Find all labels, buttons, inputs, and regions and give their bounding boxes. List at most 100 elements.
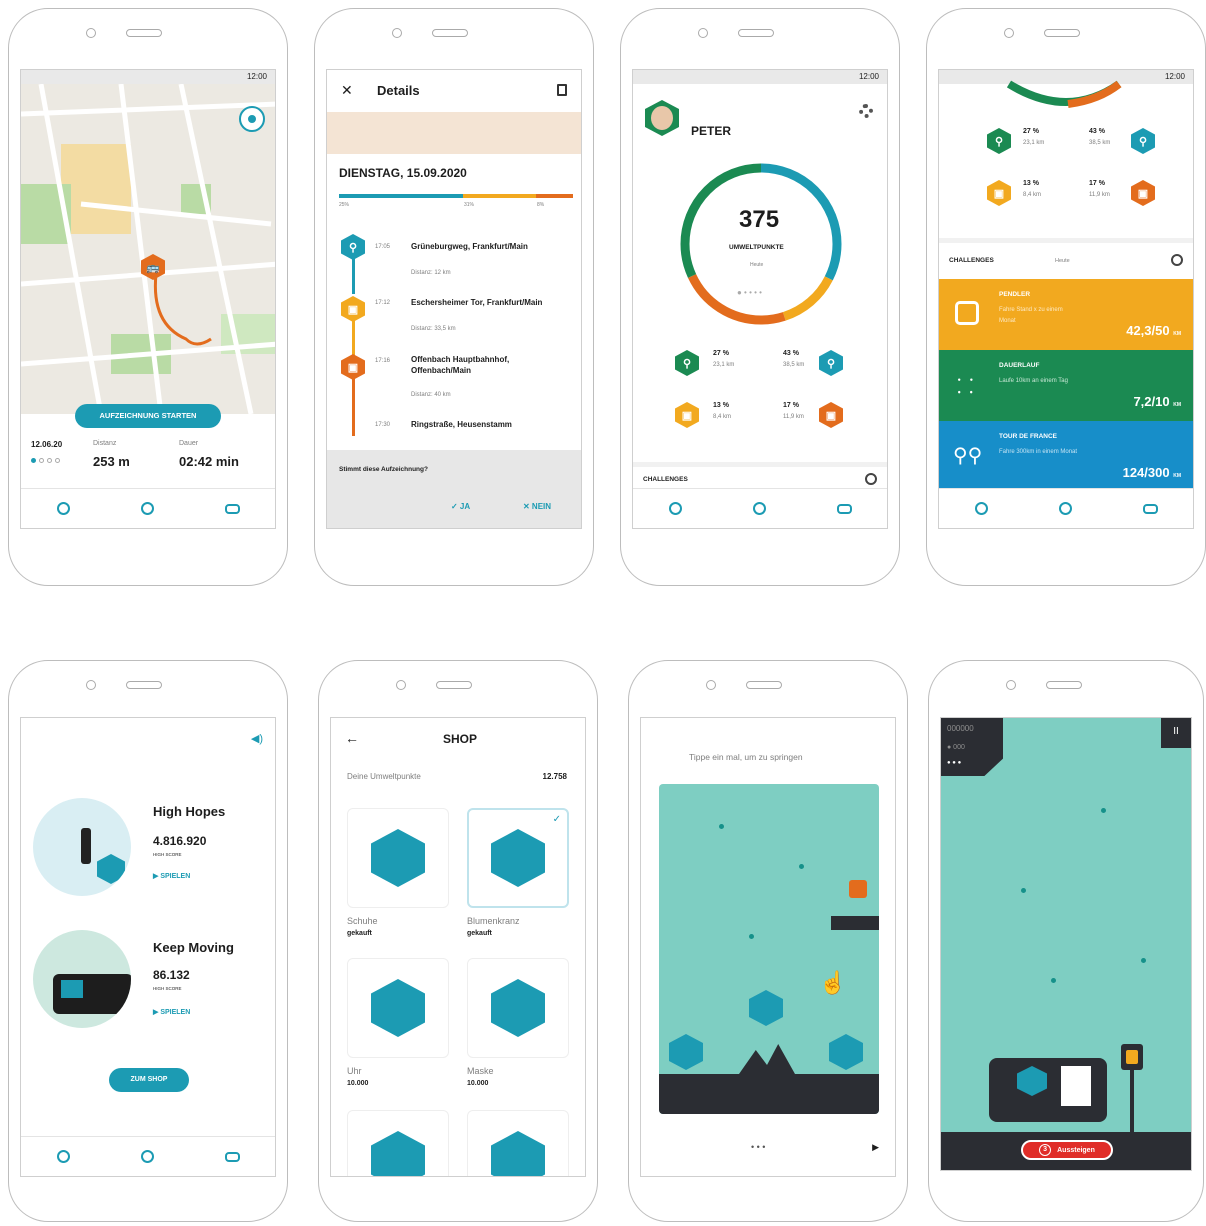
points-period: Heute (750, 262, 764, 268)
nav-track-icon[interactable] (56, 1150, 70, 1163)
lives: ● ● ● (947, 760, 962, 766)
nav-games-icon[interactable] (224, 503, 240, 514)
shop-item-card[interactable] (467, 1110, 569, 1176)
distance-value: 253 m (93, 454, 130, 469)
mascot-start (669, 1034, 703, 1070)
challenge-card[interactable]: ⚲⚲ TOUR DE FRANCE Fahre 300km in einem M… (939, 421, 1193, 492)
confirm-yes-button[interactable]: ✓ JA (451, 502, 470, 511)
camera (396, 680, 406, 690)
camera (1004, 28, 1014, 38)
item-status: 10.000 (467, 1080, 489, 1087)
close-icon[interactable]: ✕ (341, 82, 353, 99)
stat-train-km: 8,4 km (713, 414, 732, 420)
next-arrow-icon[interactable]: ▶ (872, 1142, 879, 1153)
expand-icon[interactable] (865, 473, 877, 485)
nav-track-icon[interactable] (668, 502, 682, 515)
confirm-no-button[interactable]: ✕ NEIN (523, 502, 551, 511)
delete-icon[interactable] (557, 84, 567, 96)
item-name: Schuhe (347, 916, 378, 926)
screen-gameplay[interactable]: 000000 ● 000 ● ● ● II 3 Aussteigen (940, 717, 1192, 1171)
camera (1006, 680, 1016, 690)
game-title: Keep Moving (153, 940, 234, 955)
page-title: SHOP (443, 732, 478, 746)
nav-track-icon[interactable] (56, 502, 70, 515)
challenge-card[interactable]: ⸬ DAUERLAUF Laufe 10km an einem Tag 7,2/… (939, 350, 1193, 421)
game-canvas[interactable]: ☝ (659, 784, 879, 1114)
locate-button[interactable] (239, 106, 265, 132)
item-status: 10.000 (347, 1080, 369, 1087)
duration-label: Dauer (179, 440, 199, 447)
item-status: gekauft (347, 930, 372, 937)
item-name: Uhr (347, 1066, 362, 1076)
shop-item-card[interactable] (347, 958, 449, 1058)
nav-profile-icon[interactable] (140, 1150, 154, 1163)
train-icon: ▣ (675, 402, 699, 428)
map-view[interactable]: 🚌 (21, 83, 275, 415)
collapse-icon[interactable] (1171, 254, 1183, 266)
settings-gear-icon[interactable] (859, 104, 873, 118)
pause-button[interactable]: II (1161, 718, 1191, 748)
nav-games-icon[interactable] (224, 1151, 240, 1162)
camera (392, 28, 402, 38)
map-graphic (21, 83, 275, 415)
shop-item-card[interactable] (347, 1110, 449, 1176)
challenges-header[interactable]: CHALLENGES Heute (939, 238, 1193, 278)
mascot-helmet (491, 1131, 545, 1176)
score-panel: 000000 ● 000 ● ● ● (941, 718, 1003, 776)
spikes (739, 1044, 795, 1074)
stop-time: 17:30 (375, 422, 391, 428)
start-recording-button[interactable]: AUFZEICHNUNG STARTEN (75, 404, 221, 428)
bottom-nav (21, 1136, 275, 1176)
nav-profile-icon[interactable] (1058, 502, 1072, 515)
nav-games-icon[interactable] (1142, 503, 1158, 514)
nav-profile-icon[interactable] (752, 502, 766, 515)
game-score: 4.816.920 (153, 834, 207, 848)
exit-label: Aussteigen (1057, 1146, 1095, 1154)
mascot-flowers (491, 829, 545, 887)
speaker (436, 681, 472, 689)
screen-shop: ← SHOP Deine Umweltpunkte 12.758 Schuhe … (330, 717, 586, 1177)
play-button[interactable]: ▶ SPIELEN (153, 872, 190, 880)
ring-pager: ● • • • • (737, 288, 762, 297)
stat-bus-pct: 17 % (783, 402, 799, 409)
stat-bus-km: 11,9 km (783, 414, 804, 420)
bus-stop-pole (1130, 1070, 1134, 1136)
tutorial-hint: Tippe ein mal, um zu springen (689, 752, 803, 762)
mascot-beanie (371, 1131, 425, 1176)
play-button[interactable]: ▶ SPIELEN (153, 1008, 190, 1016)
nav-games-icon[interactable] (836, 503, 852, 514)
shop-item-card[interactable] (467, 958, 569, 1058)
speaker (746, 681, 782, 689)
duration-value: 02:42 min (179, 454, 239, 469)
score-counter: 000000 (947, 724, 974, 733)
mascot-mask (491, 979, 545, 1037)
confirm-question: Stimmt diese Aufzeichnung? (339, 466, 428, 473)
locate-icon (248, 115, 256, 123)
sound-icon[interactable]: ◀) (251, 732, 263, 745)
nav-track-icon[interactable] (974, 502, 988, 515)
challenge-progress: 7,2/10 KM (1133, 394, 1181, 409)
nav-profile-icon[interactable] (140, 502, 154, 515)
mascot-jumping (749, 990, 783, 1026)
game-illustration-bus (33, 930, 131, 1028)
back-arrow-icon[interactable]: ← (345, 730, 359, 746)
game-title: High Hopes (153, 804, 226, 819)
shop-item-card-selected[interactable]: ✓ (467, 808, 569, 908)
period-label: Heute (1055, 258, 1070, 264)
shop-button[interactable]: ZUM SHOP (109, 1068, 189, 1092)
shop-item-card[interactable] (347, 808, 449, 908)
exit-button[interactable]: 3 Aussteigen (1021, 1140, 1113, 1160)
stop-distance: Distanz: 40 km (411, 392, 451, 398)
stop-time: 17:12 (375, 300, 391, 306)
challenge-desc: Laufe 10km an einem Tag (999, 378, 1068, 384)
tap-hand-icon: ☝ (819, 970, 847, 995)
challenge-title: TOUR DE FRANCE (999, 433, 1058, 440)
challenges-header[interactable]: CHALLENGES (633, 462, 887, 488)
challenge-card[interactable]: PENDLER Fahre Stand x zu einem Monat 42,… (939, 279, 1193, 350)
page-indicator (31, 458, 60, 463)
trip-date: DIENSTAG, 15.09.2020 (339, 166, 467, 180)
challenge-progress: 124/300 KM (1122, 465, 1181, 480)
train-icon (1126, 1050, 1138, 1064)
avatar[interactable] (645, 100, 679, 136)
item-name: Maske (467, 1066, 494, 1076)
